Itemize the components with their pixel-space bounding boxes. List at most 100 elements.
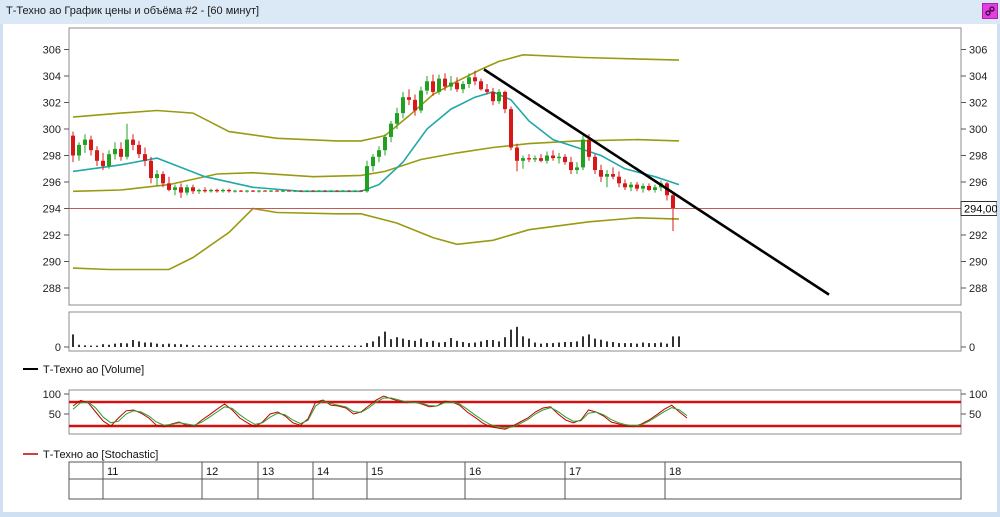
volume-bar <box>168 343 170 347</box>
candle-body <box>269 190 273 192</box>
candle-body <box>641 185 645 189</box>
volume-bar <box>372 341 374 347</box>
candle-body <box>377 150 381 157</box>
candle-body <box>191 187 195 192</box>
volume-bar <box>318 345 320 347</box>
volume-bar <box>174 344 176 347</box>
candle-body <box>575 167 579 171</box>
last-price-tag: 294,00 <box>960 201 998 216</box>
candle-body <box>131 139 135 145</box>
price-tick-left: 306 <box>43 45 61 57</box>
volume-bar <box>438 342 440 347</box>
volume-axis-right: 0 <box>961 342 975 354</box>
candle-body <box>293 190 297 192</box>
volume-bar <box>480 341 482 347</box>
volume-bar <box>666 343 668 347</box>
volume-bar <box>132 340 134 347</box>
candle-body <box>185 187 189 193</box>
volume-bar <box>576 341 578 347</box>
price-tick-right: 288 <box>969 283 987 295</box>
candle-body <box>557 156 561 159</box>
stochastic-panel: 100 50 100 50 <box>43 389 987 435</box>
candle-body <box>623 183 627 188</box>
price-tick-left: 298 <box>43 151 61 163</box>
candle-body <box>461 83 465 90</box>
price-panel: 306 304 302 300 298 296 294 292 290 288 306 304 302… <box>43 27 998 306</box>
candle-body <box>425 81 429 91</box>
volume-bar <box>120 343 122 347</box>
time-axis-label: 18 <box>669 466 681 478</box>
candle-body <box>347 190 351 192</box>
volume-bar <box>510 329 512 347</box>
candle-body <box>161 174 165 184</box>
candle-body <box>173 187 177 190</box>
volume-bar <box>534 342 536 347</box>
candle-body <box>437 78 441 92</box>
window-title: Т-Техно ао График цены и объёма #2 - [60… <box>6 5 260 17</box>
stochastic-plot-frame <box>68 389 962 435</box>
candle-body <box>563 156 567 163</box>
volume-bar <box>588 334 590 347</box>
volume-bar <box>492 340 494 347</box>
candle-body <box>329 190 333 192</box>
volume-bar <box>486 340 488 347</box>
price-plot-frame <box>68 27 962 306</box>
volume-bar <box>606 341 608 347</box>
volume-bar <box>324 345 326 347</box>
candle-body <box>551 155 555 159</box>
time-axis-label: 15 <box>371 466 383 478</box>
stochastic-tick-50-left: 50 <box>49 409 61 421</box>
volume-bar <box>198 345 200 347</box>
price-tick-left: 292 <box>43 230 61 242</box>
candle-body <box>143 154 147 161</box>
volume-bar <box>456 340 458 347</box>
price-tick-left: 302 <box>43 98 61 110</box>
stochastic-legend: Т-Техно ао [Stochastic] <box>23 449 158 461</box>
candle-body <box>71 135 75 156</box>
candle-body <box>203 189 207 192</box>
time-axis-label: 12 <box>206 466 218 478</box>
volume-bar <box>570 341 572 347</box>
price-tick-left: 304 <box>43 71 61 83</box>
price-tick-left: 288 <box>43 283 61 295</box>
volume-bar <box>540 343 542 347</box>
candle-body <box>359 190 363 192</box>
price-tick-right: 298 <box>969 151 987 163</box>
volume-bar <box>558 342 560 347</box>
candle-body <box>167 183 171 190</box>
candle-body <box>431 81 435 92</box>
volume-bar <box>288 345 290 347</box>
price-tick-right: 304 <box>969 71 987 83</box>
time-axis-label: 16 <box>469 466 481 478</box>
volume-bar <box>114 343 116 347</box>
candle-body <box>365 166 369 192</box>
volume-bar <box>594 338 596 347</box>
volume-bar <box>426 341 428 347</box>
volume-bar <box>420 338 422 347</box>
volume-bar <box>108 344 110 347</box>
candle-body <box>227 189 231 192</box>
candle-body <box>89 139 93 151</box>
candle <box>419 86 423 114</box>
candle-body <box>401 97 405 114</box>
volume-bar <box>384 331 386 347</box>
chain-link-button[interactable] <box>982 3 998 19</box>
volume-legend-label: Т-Техно ао [Volume] <box>43 364 144 376</box>
volume-bar <box>672 336 674 347</box>
candle-body <box>95 150 99 161</box>
candle-body <box>125 139 129 157</box>
volume-bar <box>258 345 260 347</box>
stochastic-axis-left: 100 50 <box>43 389 69 421</box>
volume-bar <box>408 340 410 347</box>
candle-body <box>149 160 153 179</box>
volume-bar <box>156 343 158 347</box>
volume-bar <box>240 345 242 347</box>
volume-bar <box>498 341 500 347</box>
candle-body <box>155 174 159 179</box>
volume-bar <box>564 341 566 347</box>
volume-bar <box>264 345 266 347</box>
chart-canvas[interactable]: 306 304 302 300 298 296 294 292 290 288 306 304 302… <box>3 24 998 512</box>
candle-body <box>605 174 609 177</box>
candle-body <box>197 189 201 192</box>
candle <box>581 135 585 171</box>
